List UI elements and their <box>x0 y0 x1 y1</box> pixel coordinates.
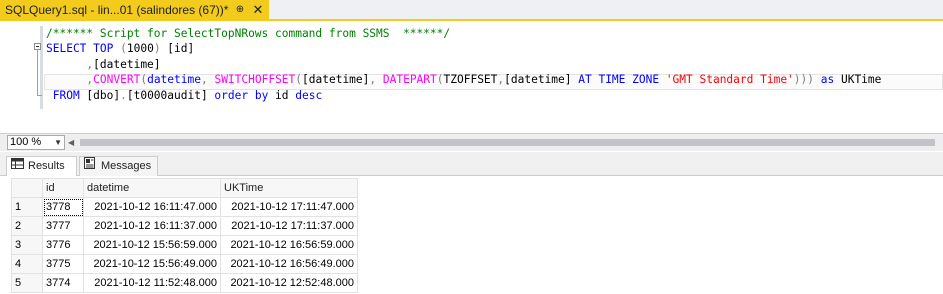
editor-status-bar: 100 % ▼ ◀ <box>0 133 943 151</box>
code-token: . <box>120 88 127 102</box>
code-token: ))) <box>793 73 821 87</box>
cell-id[interactable]: 3777 <box>42 216 84 236</box>
cell-id[interactable]: 3778 <box>42 197 84 217</box>
table-row[interactable]: 5 3774 2021-10-12 11:52:48.000 2021-10-1… <box>11 273 358 293</box>
code-token: [datetime] <box>93 57 161 71</box>
outline-fold-line <box>37 50 38 96</box>
code-line[interactable]: FROM [dbo].[t0000audit] order by id desc <box>46 88 881 103</box>
zoom-level-dropdown[interactable]: 100 % ▼ <box>7 135 65 150</box>
code-token: FROM <box>46 88 87 102</box>
horizontal-scrollbar-thumb[interactable] <box>80 139 935 146</box>
change-margin-indicator <box>40 26 43 109</box>
column-header-uktime[interactable]: UKTime <box>220 178 358 198</box>
results-pane-tabs: Results Messages <box>0 152 943 176</box>
code-token: UKTime <box>840 73 882 87</box>
document-tab-title: SQLQuery1.sql - lin...01 (salindores (67… <box>5 3 229 17</box>
row-number[interactable]: 2 <box>11 216 43 236</box>
cell-id[interactable]: 3774 <box>42 273 84 293</box>
cell-uktime[interactable]: 2021-10-12 16:56:49.000 <box>220 254 358 274</box>
grid-header-row: id datetime UKTime <box>11 178 358 198</box>
tab-results-label: Results <box>28 160 65 172</box>
code-token: TZOFFSET <box>443 73 498 87</box>
column-header-datetime[interactable]: datetime <box>83 178 221 198</box>
code-token: TOP <box>93 42 121 56</box>
code-token: AT TIME ZONE <box>578 73 666 87</box>
cell-datetime[interactable]: 2021-10-12 15:56:59.000 <box>83 235 221 255</box>
chevron-down-icon: ▼ <box>54 138 62 147</box>
cell-id[interactable]: 3776 <box>42 235 84 255</box>
document-tab-strip: SQLQuery1.sql - lin...01 (salindores (67… <box>0 0 943 21</box>
code-token: [datetime] <box>504 73 579 87</box>
cell-uktime[interactable]: 2021-10-12 12:52:48.000 <box>220 273 358 293</box>
row-number[interactable]: 3 <box>11 235 43 255</box>
pin-icon[interactable]: ⊕ <box>233 0 247 20</box>
code-line[interactable]: /****** Script for SelectTopNRows comman… <box>46 26 881 41</box>
document-tab-sqlquery1[interactable]: SQLQuery1.sql - lin...01 (salindores (67… <box>0 0 269 21</box>
scroll-left-arrow-icon[interactable]: ◀ <box>68 138 76 147</box>
tab-messages-label: Messages <box>101 160 152 172</box>
row-number[interactable]: 4 <box>11 254 43 274</box>
collapse-region-icon[interactable] <box>34 43 41 50</box>
close-icon[interactable]: ✕ <box>251 0 265 20</box>
code-token: [t0000audit] <box>126 88 215 102</box>
tab-messages[interactable]: Messages <box>79 156 158 176</box>
table-row[interactable]: 2 3777 2021-10-12 16:11:37.000 2021-10-1… <box>11 216 358 236</box>
code-token: SWITCHOFFSET <box>214 73 296 87</box>
code-line[interactable]: ,[datetime] <box>46 57 881 72</box>
code-token: [datetime] <box>302 73 370 87</box>
sql-editor[interactable]: /****** Script for SelectTopNRows comman… <box>0 21 943 132</box>
code-token: [dbo] <box>86 88 121 102</box>
code-token: 1000 <box>126 42 154 56</box>
code-token: ) <box>153 42 168 56</box>
zoom-level-value: 100 % <box>10 136 42 148</box>
column-header-id[interactable]: id <box>42 178 84 198</box>
table-row[interactable]: 3 3776 2021-10-12 15:56:59.000 2021-10-1… <box>11 235 358 255</box>
code-token: CONVERT <box>93 73 141 87</box>
code-token: /****** Script for SelectTopNRows comman… <box>46 27 451 40</box>
cell-datetime[interactable]: 2021-10-12 11:52:48.000 <box>83 273 221 293</box>
table-row[interactable]: 4 3775 2021-10-12 15:56:49.000 2021-10-1… <box>11 254 358 274</box>
sql-code[interactable]: /****** Script for SelectTopNRows comman… <box>46 26 881 103</box>
messages-icon <box>84 157 97 175</box>
cell-uktime[interactable]: 2021-10-12 17:11:37.000 <box>220 216 358 236</box>
code-token: DATEPART <box>382 73 437 87</box>
cell-uktime[interactable]: 2021-10-12 16:56:59.000 <box>220 235 358 255</box>
outline-fold-end <box>37 95 42 96</box>
code-token: as <box>820 73 841 87</box>
code-token: desc <box>295 88 323 102</box>
table-row[interactable]: 1 3778 2021-10-12 16:11:47.000 2021-10-1… <box>11 197 358 217</box>
cell-uktime[interactable]: 2021-10-12 17:11:47.000 <box>220 197 358 217</box>
code-token: ( <box>436 73 444 87</box>
code-token: [id] <box>167 42 195 56</box>
cell-datetime[interactable]: 2021-10-12 16:11:47.000 <box>83 197 221 217</box>
row-number[interactable]: 1 <box>11 197 43 217</box>
code-token: , <box>200 73 215 87</box>
cell-datetime[interactable]: 2021-10-12 15:56:49.000 <box>83 254 221 274</box>
code-line[interactable]: ,CONVERT(datetime, SWITCHOFFSET([datetim… <box>46 72 881 87</box>
code-token: , <box>369 73 383 87</box>
code-token: order by <box>214 88 276 102</box>
results-grid[interactable]: id datetime UKTime 1 3778 2021-10-12 16:… <box>11 178 358 293</box>
cell-datetime[interactable]: 2021-10-12 16:11:37.000 <box>83 216 221 236</box>
code-token: 'GMT Standard Time' <box>665 73 794 87</box>
grid-icon <box>11 157 24 175</box>
row-number[interactable]: 5 <box>11 273 43 293</box>
cell-id[interactable]: 3775 <box>42 254 84 274</box>
code-token: datetime <box>147 73 201 87</box>
code-token: ( <box>120 42 127 56</box>
tab-results[interactable]: Results <box>6 156 77 176</box>
code-token: id <box>275 88 296 102</box>
grid-corner-cell[interactable] <box>11 178 43 198</box>
code-line[interactable]: SELECT TOP (1000) [id] <box>46 41 881 56</box>
code-token: SELECT <box>46 42 94 56</box>
results-grid-area: id datetime UKTime 1 3778 2021-10-12 16:… <box>0 176 943 294</box>
